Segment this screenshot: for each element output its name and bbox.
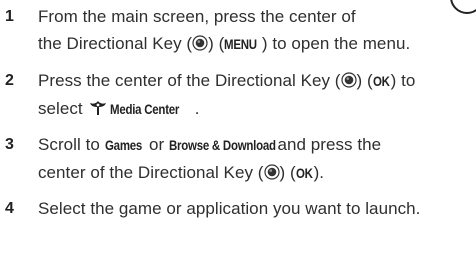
- menu-item-label: Games: [104, 137, 142, 153]
- step-text-segment: Select the game or application you want …: [38, 199, 421, 218]
- step-text-segment: ) to: [390, 71, 416, 90]
- step-text: Scroll to Games or Browse & Download and…: [38, 131, 474, 187]
- softkey-label: OK: [372, 73, 390, 89]
- directional-key-icon: [340, 72, 357, 88]
- step-text-segment: ) (: [356, 71, 373, 90]
- step-text: Press the center of the Directional Key …: [38, 67, 474, 123]
- step-line: center of the Directional Key ( ) (OK).: [38, 159, 474, 187]
- step-text-segment: ) to open the menu.: [261, 34, 411, 53]
- menu-item-label: Media Center: [110, 101, 180, 117]
- step-line: Select the game or application you want …: [38, 195, 474, 222]
- step-text-segment: or: [144, 135, 170, 154]
- step-number: 1: [5, 8, 14, 25]
- step-text-segment: ).: [313, 163, 325, 182]
- directional-key-icon: [263, 164, 280, 180]
- step-text-segment: ) (: [279, 163, 296, 182]
- step-number: 4: [5, 200, 14, 217]
- step-text-segment: and press the: [272, 135, 382, 154]
- step-number: 3: [5, 136, 14, 153]
- step-text: From the main screen, press the center o…: [38, 3, 474, 58]
- step-text-segment: center of the Directional Key (: [38, 163, 264, 182]
- step-line: Scroll to Games or Browse & Download and…: [38, 131, 474, 159]
- media-center-icon: [90, 101, 107, 115]
- step-number: 2: [5, 72, 14, 89]
- step-text: Select the game or application you want …: [38, 195, 474, 222]
- step-text-segment: Press the center of the Directional Key …: [38, 71, 341, 90]
- step-text-segment: ) (: [208, 34, 225, 53]
- step-text-segment: From the main screen, press the center o…: [38, 7, 356, 26]
- softkey-label: OK: [295, 165, 313, 181]
- step-text-segment: select: [38, 99, 88, 118]
- step-text-segment: .: [194, 99, 200, 118]
- step-line: From the main screen, press the center o…: [38, 3, 474, 30]
- step-text-segment: the Directional Key (: [38, 34, 193, 53]
- step-text-segment: Scroll to: [38, 135, 105, 154]
- step-line: the Directional Key ( ) (MENU) to open th…: [38, 30, 474, 58]
- step-line: select Media Center.: [38, 95, 474, 123]
- step-line: Press the center of the Directional Key …: [38, 67, 474, 95]
- softkey-label: MENU: [224, 36, 258, 52]
- menu-item-label: Browse & Download: [169, 137, 276, 153]
- directional-key-icon: [192, 35, 208, 51]
